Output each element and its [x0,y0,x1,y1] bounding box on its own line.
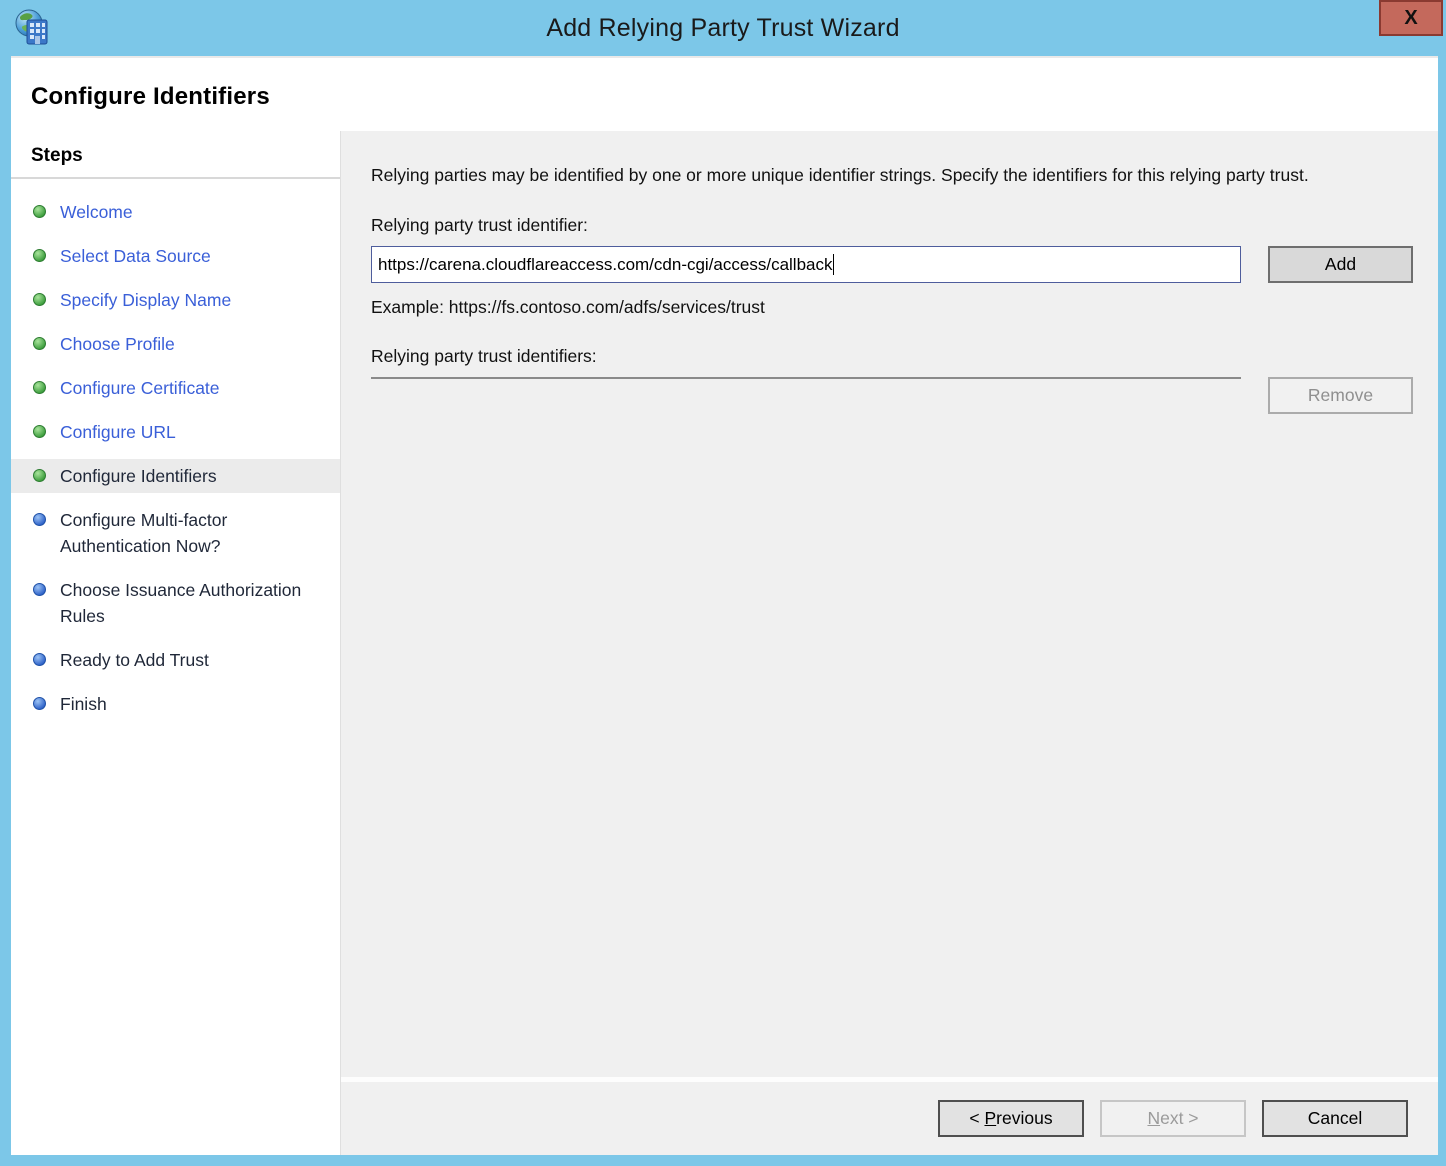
step-configure-identifiers[interactable]: Configure Identifiers [11,459,340,493]
step-specify-display-name[interactable]: Specify Display Name [11,283,340,317]
step-configure-mfa: Configure Multi-factor Authentication No… [11,503,340,563]
previous-button[interactable]: < Previous [938,1100,1084,1137]
step-pending-icon [33,513,46,526]
window-title: Add Relying Party Trust Wizard [0,0,1446,56]
main-pane: Relying parties may be identified by one… [341,131,1438,1155]
step-complete-icon [33,249,46,262]
step-pending-icon [33,697,46,710]
wizard-window: Add Relying Party Trust Wizard X Configu… [0,0,1446,1166]
step-configure-certificate[interactable]: Configure Certificate [11,371,340,405]
footer-button-bar: < Previous Next > Cancel [341,1082,1438,1155]
text-caret [833,254,834,275]
identifier-input-value: https://carena.cloudflareaccess.com/cdn-… [378,255,832,275]
steps-heading: Steps [11,145,340,179]
identifier-input[interactable]: https://carena.cloudflareaccess.com/cdn-… [371,246,1241,283]
step-ready-to-add-trust: Ready to Add Trust [11,643,340,677]
example-text: Example: https://fs.contoso.com/adfs/ser… [371,297,1413,318]
next-button[interactable]: Next > [1100,1100,1246,1137]
step-welcome[interactable]: Welcome [11,195,340,229]
cancel-button[interactable]: Cancel [1262,1100,1408,1137]
identifiers-list-label: Relying party trust identifiers: [371,346,1413,367]
close-button[interactable]: X [1379,0,1443,36]
step-finish: Finish [11,687,340,721]
page-title: Configure Identifiers [31,83,1438,111]
title-bar[interactable]: Add Relying Party Trust Wizard X [0,0,1446,56]
step-pending-icon [33,653,46,666]
step-choose-issuance-rules: Choose Issuance Authorization Rules [11,573,340,633]
step-choose-profile[interactable]: Choose Profile [11,327,340,361]
step-complete-icon [33,205,46,218]
remove-button[interactable]: Remove [1268,377,1413,414]
steps-sidebar: Steps Welcome Select Data Source Specify… [11,131,341,1155]
identifiers-listbox[interactable] [371,377,1241,379]
page-header: Configure Identifiers [11,58,1438,131]
configure-identifiers-content: Relying parties may be identified by one… [341,131,1438,1077]
step-select-data-source[interactable]: Select Data Source [11,239,340,273]
step-complete-icon [33,293,46,306]
step-pending-icon [33,583,46,596]
intro-text: Relying parties may be identified by one… [371,161,1401,189]
step-complete-icon [33,425,46,438]
step-configure-url[interactable]: Configure URL [11,415,340,449]
dialog-body: Configure Identifiers Steps Welcome Sele… [11,56,1438,1155]
step-complete-icon [33,381,46,394]
identifier-field-label: Relying party trust identifier: [371,215,1413,236]
add-button[interactable]: Add [1268,246,1413,283]
step-current-icon [33,469,46,482]
step-complete-icon [33,337,46,350]
